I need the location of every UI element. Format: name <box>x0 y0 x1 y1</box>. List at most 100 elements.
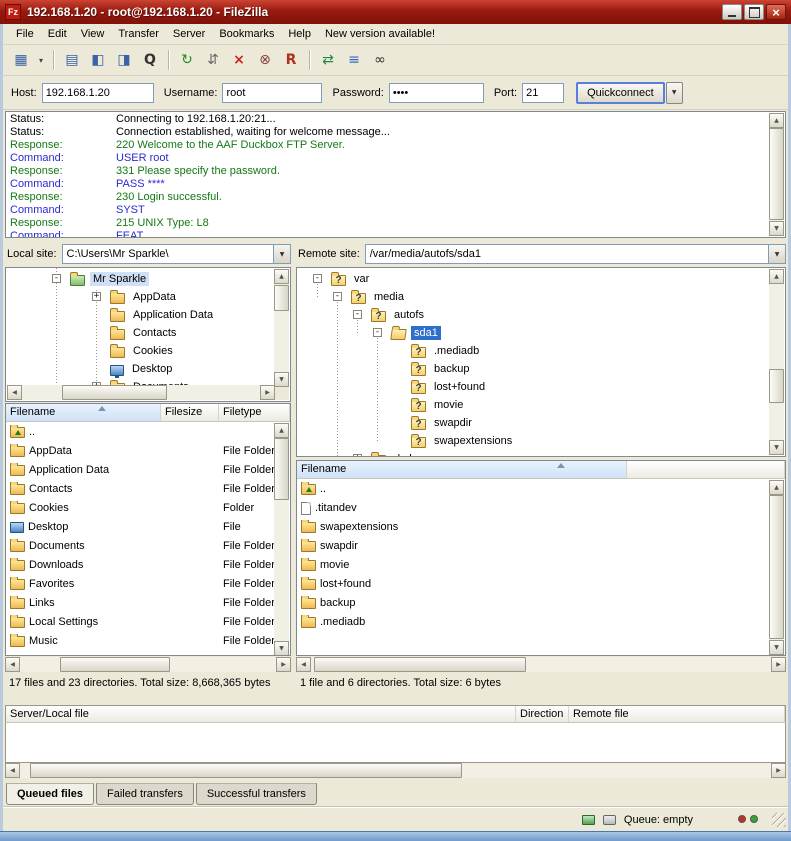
scroll-left-icon[interactable] <box>7 385 22 400</box>
site-manager-dropdown-button[interactable]: ▾ <box>35 48 47 72</box>
scroll-down-icon[interactable] <box>769 440 784 455</box>
remote-site-combo[interactable]: /var/media/autofs/sda1 <box>365 244 786 264</box>
file-row-favorites[interactable]: FavoritesFile Folder <box>6 574 290 593</box>
horizontal-scrollbar[interactable] <box>5 763 786 778</box>
tree-item-autofs[interactable]: autofs <box>297 306 785 324</box>
minimize-button[interactable] <box>722 4 742 20</box>
file-row-local-settings[interactable]: Local SettingsFile Folder <box>6 612 290 631</box>
tree-item-application-data[interactable]: Application Data <box>6 306 290 324</box>
menu-item-edit[interactable]: Edit <box>41 25 74 43</box>
tree-item-mediadb[interactable]: .mediadb <box>297 342 785 360</box>
vertical-scrollbar[interactable] <box>769 480 784 655</box>
horizontal-scrollbar[interactable] <box>296 657 786 672</box>
tab-successful[interactable]: Successful transfers <box>196 783 317 805</box>
scroll-right-icon[interactable] <box>771 657 786 672</box>
scroll-up-icon[interactable] <box>769 480 784 495</box>
scroll-thumb[interactable] <box>62 385 167 400</box>
toggle-local-tree-button[interactable]: ◧ <box>86 48 110 72</box>
password-input[interactable] <box>389 83 484 103</box>
file-row-mediadb[interactable]: .mediadb <box>297 612 785 631</box>
file-row-music[interactable]: MusicFile Folder <box>6 631 290 650</box>
tree-item-sda1[interactable]: sda1 <box>297 324 785 342</box>
file-row-appdata[interactable]: AppDataFile Folder <box>6 441 290 460</box>
quickconnect-dropdown-button[interactable] <box>666 82 683 104</box>
scroll-up-icon[interactable] <box>769 113 784 128</box>
column-header-filetype[interactable]: Filetype <box>219 404 290 421</box>
horizontal-scrollbar[interactable] <box>5 657 291 672</box>
local-site-combo[interactable]: C:\Users\Mr Sparkle\ <box>62 244 291 264</box>
file-row-desktop[interactable]: DesktopFile <box>6 517 290 536</box>
column-header-filesize[interactable]: Filesize <box>161 404 219 421</box>
reconnect-button[interactable]: R <box>279 48 303 72</box>
menu-item-view[interactable]: View <box>74 25 112 43</box>
speed-limits-icon[interactable] <box>603 815 616 825</box>
expand-icon[interactable] <box>353 454 362 457</box>
tree-item-cookies[interactable]: Cookies <box>6 342 290 360</box>
cancel-button[interactable]: × <box>227 48 251 72</box>
collapse-icon[interactable] <box>333 292 342 301</box>
scroll-down-icon[interactable] <box>274 641 289 656</box>
quickconnect-button[interactable]: Quickconnect <box>576 82 665 104</box>
collapse-icon[interactable] <box>373 328 382 337</box>
find-files-button[interactable]: ∞ <box>368 48 392 72</box>
file-row-updir[interactable]: .. <box>6 422 290 441</box>
menu-item-transfer[interactable]: Transfer <box>111 25 166 43</box>
column-header-server-local-file[interactable]: Server/Local file <box>6 706 516 722</box>
scroll-thumb[interactable] <box>60 657 170 672</box>
collapse-icon[interactable] <box>353 310 362 319</box>
port-input[interactable] <box>522 83 564 103</box>
scroll-up-icon[interactable] <box>274 423 289 438</box>
file-row-backup[interactable]: backup <box>297 593 785 612</box>
refresh-button[interactable]: ↻ <box>175 48 199 72</box>
file-row-downloads[interactable]: DownloadsFile Folder <box>6 555 290 574</box>
toggle-remote-tree-button[interactable]: ◨ <box>112 48 136 72</box>
scroll-left-icon[interactable] <box>5 763 20 778</box>
file-row-swapdir[interactable]: swapdir <box>297 536 785 555</box>
file-row-titandev[interactable]: .titandev <box>297 498 785 517</box>
scroll-thumb[interactable] <box>274 438 289 500</box>
scroll-thumb[interactable] <box>274 285 289 311</box>
toggle-log-button[interactable]: ▤ <box>60 48 84 72</box>
username-input[interactable] <box>222 83 322 103</box>
scroll-thumb[interactable] <box>769 369 784 403</box>
tree-item-movie[interactable]: movie <box>297 396 785 414</box>
tree-item-media[interactable]: media <box>297 288 785 306</box>
scroll-thumb[interactable] <box>769 128 784 220</box>
scroll-left-icon[interactable] <box>5 657 20 672</box>
tab-failed[interactable]: Failed transfers <box>96 783 194 805</box>
process-queue-button[interactable]: ⇵ <box>201 48 225 72</box>
tree-item-appdata[interactable]: AppData <box>6 288 290 306</box>
menu-item-bookmarks[interactable]: Bookmarks <box>212 25 281 43</box>
maximize-button[interactable] <box>744 4 764 20</box>
file-row-documents[interactable]: DocumentsFile Folder <box>6 536 290 555</box>
scroll-right-icon[interactable] <box>276 657 291 672</box>
scroll-right-icon[interactable] <box>260 385 275 400</box>
collapse-icon[interactable] <box>52 274 61 283</box>
directory-comparison-button[interactable]: ⇄ <box>316 48 340 72</box>
file-row-links[interactable]: LinksFile Folder <box>6 593 290 612</box>
horizontal-scrollbar[interactable] <box>7 385 275 400</box>
vertical-scrollbar[interactable] <box>274 423 289 656</box>
vertical-scrollbar[interactable] <box>769 269 784 455</box>
menu-item-server[interactable]: Server <box>166 25 212 43</box>
close-button[interactable] <box>766 4 786 20</box>
server-status-icon[interactable] <box>582 815 595 825</box>
titlebar[interactable]: Fz 192.168.1.20 - root@192.168.1.20 - Fi… <box>0 0 791 24</box>
tree-item-dvd[interactable]: dvd <box>297 450 785 457</box>
file-row-lost-found[interactable]: lost+found <box>297 574 785 593</box>
expand-icon[interactable] <box>92 292 101 301</box>
vertical-scrollbar[interactable] <box>769 113 784 236</box>
scroll-down-icon[interactable] <box>769 221 784 236</box>
column-header-filename[interactable]: Filename <box>6 404 161 421</box>
column-header-remote-file[interactable]: Remote file <box>569 706 785 722</box>
tree-item-lost-found[interactable]: lost+found <box>297 378 785 396</box>
tree-item-desktop[interactable]: Desktop <box>6 360 290 378</box>
tree-item-swapextensions[interactable]: swapextensions <box>297 432 785 450</box>
toggle-queue-button[interactable]: Q <box>138 48 162 72</box>
tree-item-swapdir[interactable]: swapdir <box>297 414 785 432</box>
file-row-updir[interactable]: .. <box>297 479 785 498</box>
file-row-swapextensions[interactable]: swapextensions <box>297 517 785 536</box>
resize-grip[interactable] <box>772 813 786 827</box>
vertical-scrollbar[interactable] <box>274 269 289 387</box>
scroll-left-icon[interactable] <box>296 657 311 672</box>
